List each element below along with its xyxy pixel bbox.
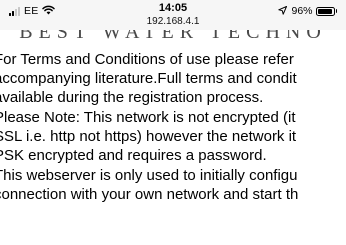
body-text-line: This webserver is only used to initially… (0, 167, 298, 184)
status-bar: EE 14:05 192.168.4.1 96% (0, 0, 346, 30)
battery-fill (317, 8, 332, 14)
body-text-line: For Terms and Conditions of use please r… (0, 51, 294, 68)
body-text-line: accompanying literature.Full terms and c… (0, 70, 297, 87)
site-logo: BEST WATER TECHNO (0, 30, 346, 42)
page-content: For Terms and Conditions of use please r… (0, 50, 346, 245)
battery-tip (335, 9, 337, 13)
status-right: 96% (278, 4, 337, 18)
logo-text: BEST WATER TECHNO (19, 30, 327, 42)
body-text-line: connection with your own network and sta… (0, 186, 299, 203)
body-text-line: SSL i.e. http not https) however the net… (0, 128, 297, 145)
battery-icon (315, 6, 335, 16)
battery-percent: 96% (291, 5, 313, 17)
body-text-line: Please Note: This network is not encrypt… (0, 109, 296, 126)
body-text-line: PSK encrypted and requires a password. (0, 147, 267, 164)
location-arrow-icon (278, 2, 288, 20)
body-text-line: available during the registration proces… (0, 89, 264, 106)
